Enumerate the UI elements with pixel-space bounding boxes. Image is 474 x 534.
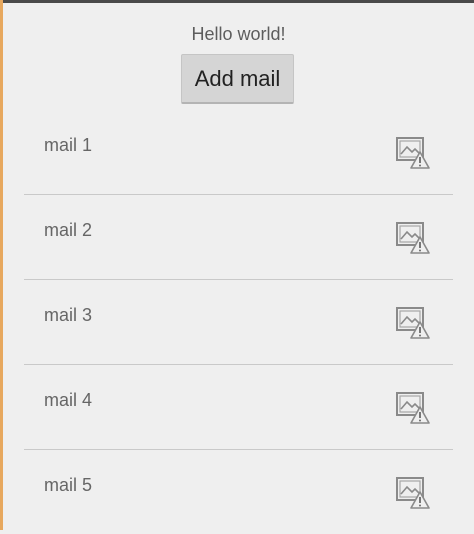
broken-image-icon [396,137,430,169]
mail-label: mail 4 [44,390,93,410]
mail-label: mail 1 [44,135,93,155]
mail-label: mail 2 [44,220,93,240]
mail-list-item[interactable]: mail 4 [24,365,453,450]
broken-image-icon [396,307,430,339]
broken-image-icon [396,222,430,254]
mail-label: mail 3 [44,305,93,325]
mail-list-item[interactable]: mail 1 [24,110,453,195]
add-mail-button[interactable]: Add mail [181,54,294,104]
greeting-text: Hello world! [191,24,286,44]
app-content: Hello world! Add mail mail 1 mail 2 mail… [3,3,474,530]
mail-list-item[interactable]: mail 2 [24,195,453,280]
broken-image-icon [396,392,430,424]
mail-list-item[interactable]: mail 5 [24,450,453,534]
broken-image-icon [396,477,430,509]
mail-list-item[interactable]: mail 3 [24,280,453,365]
mail-label: mail 5 [44,475,93,495]
mail-list: mail 1 mail 2 mail 3 mail 4 mail 5 [24,110,453,534]
